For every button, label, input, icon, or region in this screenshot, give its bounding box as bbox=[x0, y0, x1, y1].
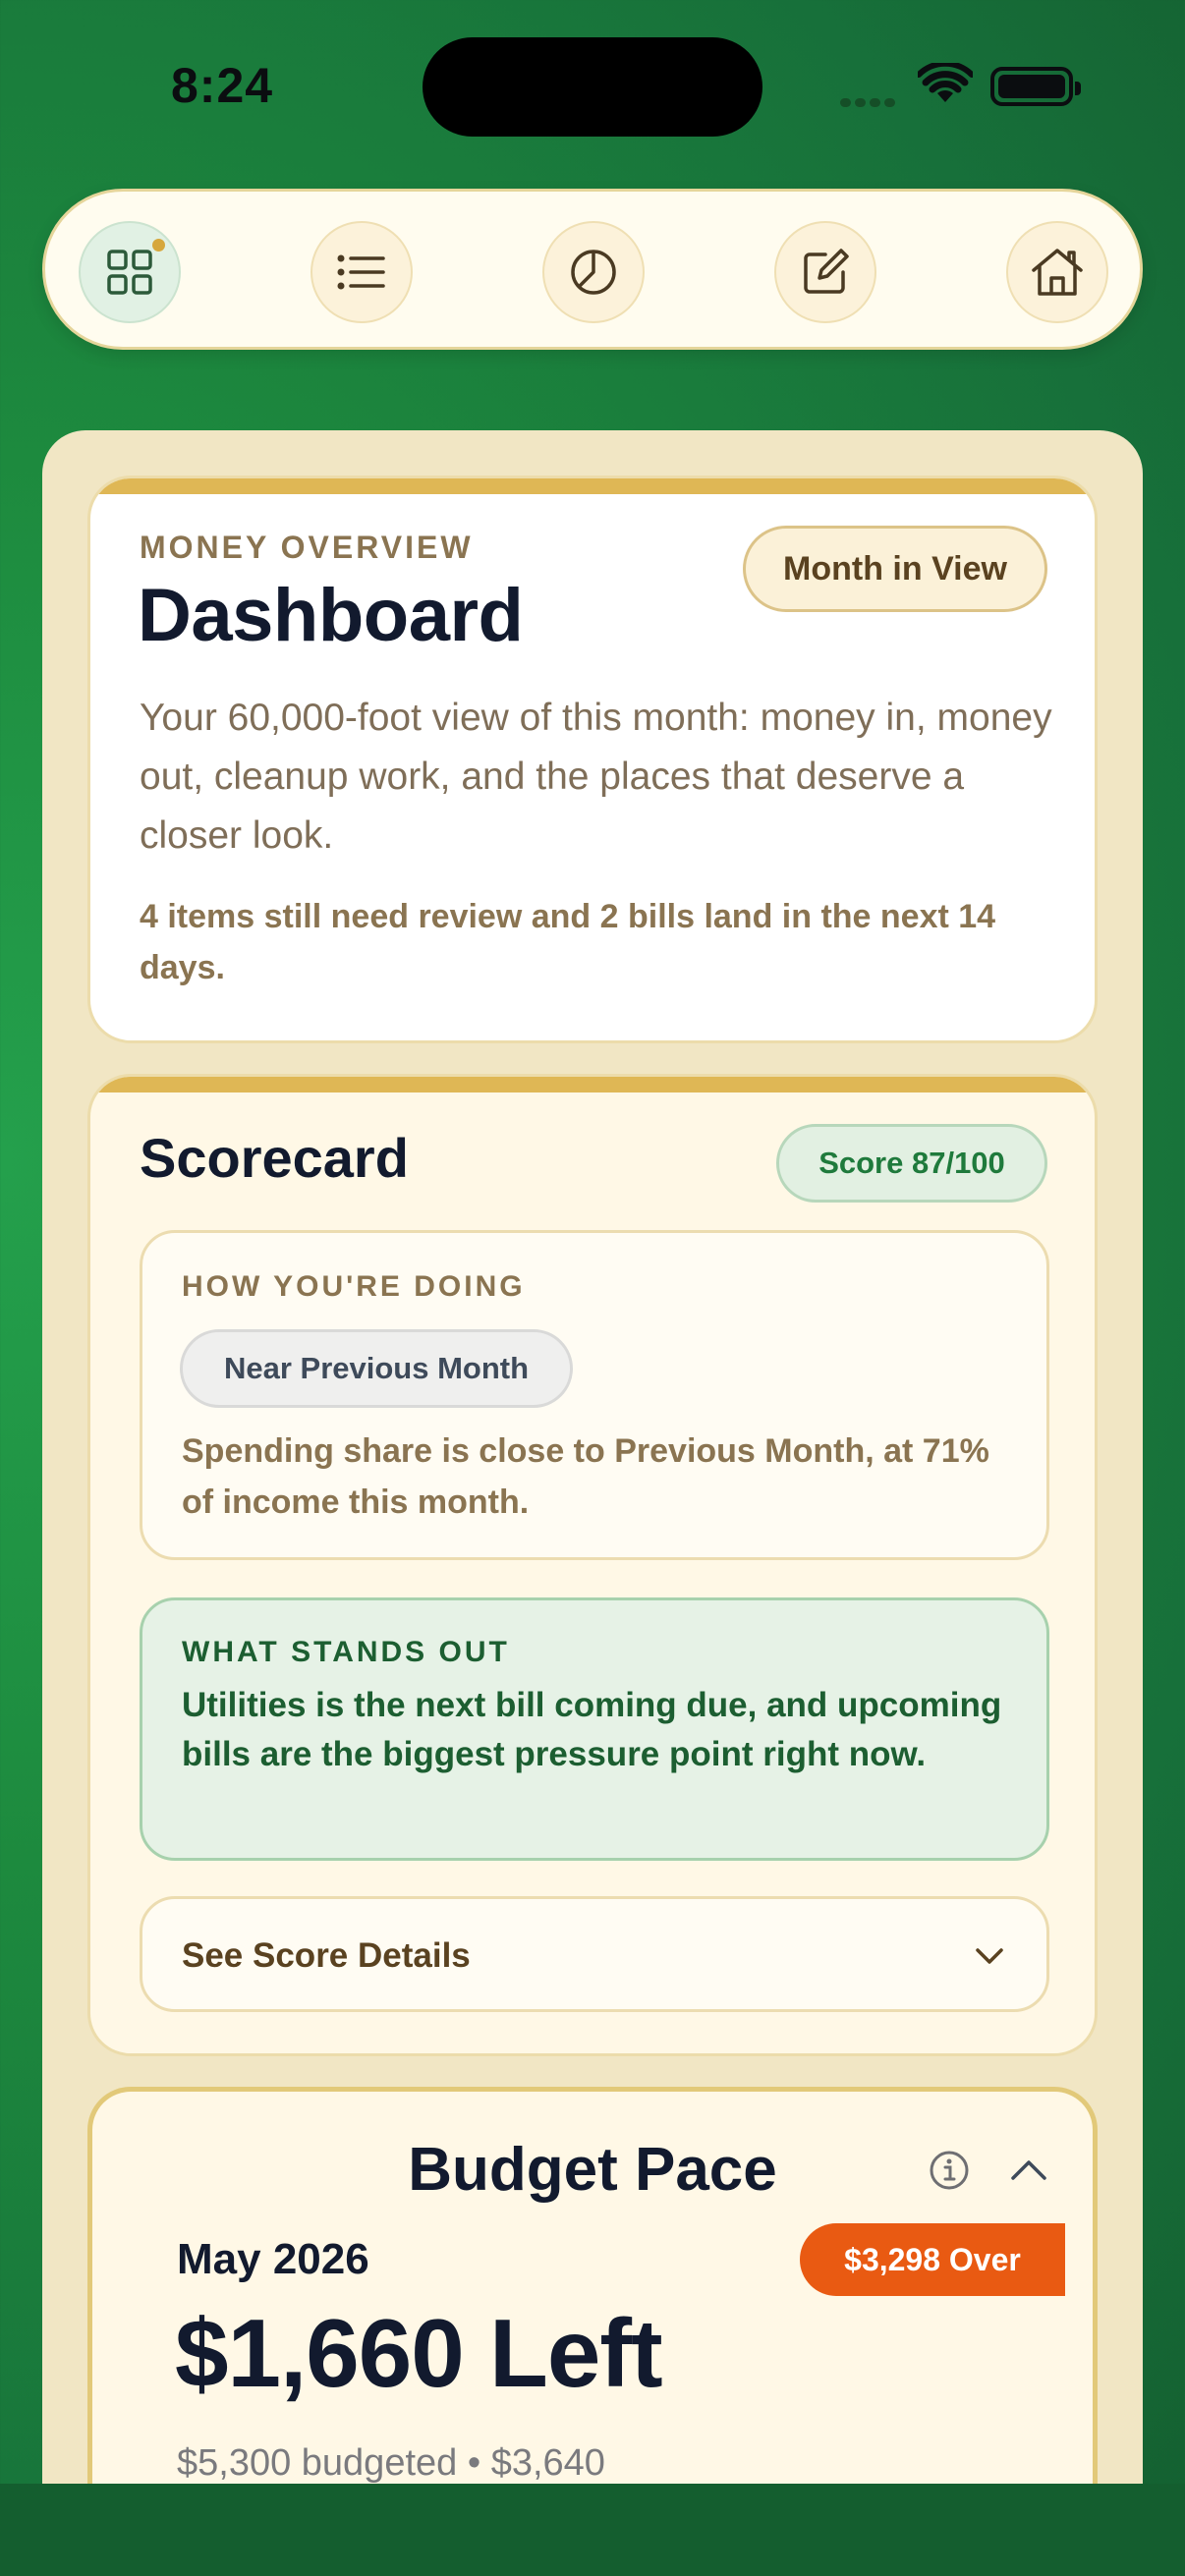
see-score-details-button[interactable]: See Score Details bbox=[140, 1896, 1049, 2012]
stands-out-eyebrow: WHAT STANDS OUT bbox=[182, 1636, 510, 1668]
chevron-down-icon bbox=[976, 1948, 1003, 1964]
pie-chart-icon bbox=[571, 250, 616, 295]
stands-out-text: Utilities is the next bill coming due, a… bbox=[182, 1686, 1002, 1773]
nav-edit-button[interactable] bbox=[774, 221, 876, 323]
status-pill: Near Previous Month bbox=[180, 1329, 573, 1408]
overview-eyebrow: MONEY OVERVIEW bbox=[140, 530, 474, 565]
cellular-signal-icon bbox=[840, 94, 899, 112]
overview-description: Your 60,000-foot view of this month: mon… bbox=[140, 697, 1052, 857]
nav-chart-button[interactable] bbox=[542, 221, 645, 323]
list-icon bbox=[337, 254, 385, 290]
scorecard-title: Scorecard bbox=[140, 1127, 409, 1189]
amount-left: $1,660 Left bbox=[175, 2299, 663, 2407]
score-details-label: See Score Details bbox=[182, 1936, 471, 1975]
edit-icon bbox=[804, 249, 849, 294]
score-badge: Score 87/100 bbox=[776, 1124, 1047, 1203]
nav-list-button[interactable] bbox=[310, 221, 413, 323]
what-stands-out-section: WHAT STANDS OUT Utilities is the next bi… bbox=[140, 1597, 1049, 1861]
card-accent-bar bbox=[90, 478, 1095, 494]
dynamic-island bbox=[423, 37, 762, 137]
overview-review-note: 4 items still need review and 2 bills la… bbox=[140, 898, 996, 986]
page-title: Dashboard bbox=[138, 574, 524, 657]
main-panel: MONEY OVERVIEW Dashboard Month in View Y… bbox=[42, 430, 1143, 2576]
chevron-up-icon[interactable] bbox=[1008, 2153, 1049, 2188]
wifi-icon bbox=[918, 63, 973, 102]
top-navigation bbox=[42, 189, 1143, 350]
over-budget-badge: $3,298 Over bbox=[800, 2223, 1065, 2296]
money-overview-card: MONEY OVERVIEW Dashboard Month in View Y… bbox=[87, 476, 1098, 1043]
budget-month: May 2026 bbox=[177, 2235, 369, 2283]
month-in-view-button[interactable]: Month in View bbox=[743, 526, 1047, 612]
bottom-safe-area bbox=[0, 2484, 1185, 2576]
dashboard-grid-icon bbox=[107, 250, 152, 295]
card-accent-bar bbox=[90, 1077, 1095, 1092]
notification-dot bbox=[152, 239, 165, 252]
status-time: 8:24 bbox=[171, 58, 274, 113]
nav-dashboard-button[interactable] bbox=[79, 221, 181, 323]
battery-icon bbox=[990, 67, 1081, 106]
doing-text: Spending share is close to Previous Mont… bbox=[182, 1432, 989, 1521]
how-youre-doing-section: HOW YOU'RE DOING Near Previous Month Spe… bbox=[140, 1230, 1049, 1560]
nav-home-button[interactable] bbox=[1006, 221, 1108, 323]
info-icon[interactable] bbox=[928, 2149, 971, 2192]
scorecard-card: Scorecard Score 87/100 HOW YOU'RE DOING … bbox=[87, 1074, 1098, 2056]
home-icon bbox=[1032, 249, 1083, 296]
status-bar: 8:24 bbox=[0, 0, 1185, 177]
doing-eyebrow: HOW YOU'RE DOING bbox=[182, 1270, 526, 1303]
